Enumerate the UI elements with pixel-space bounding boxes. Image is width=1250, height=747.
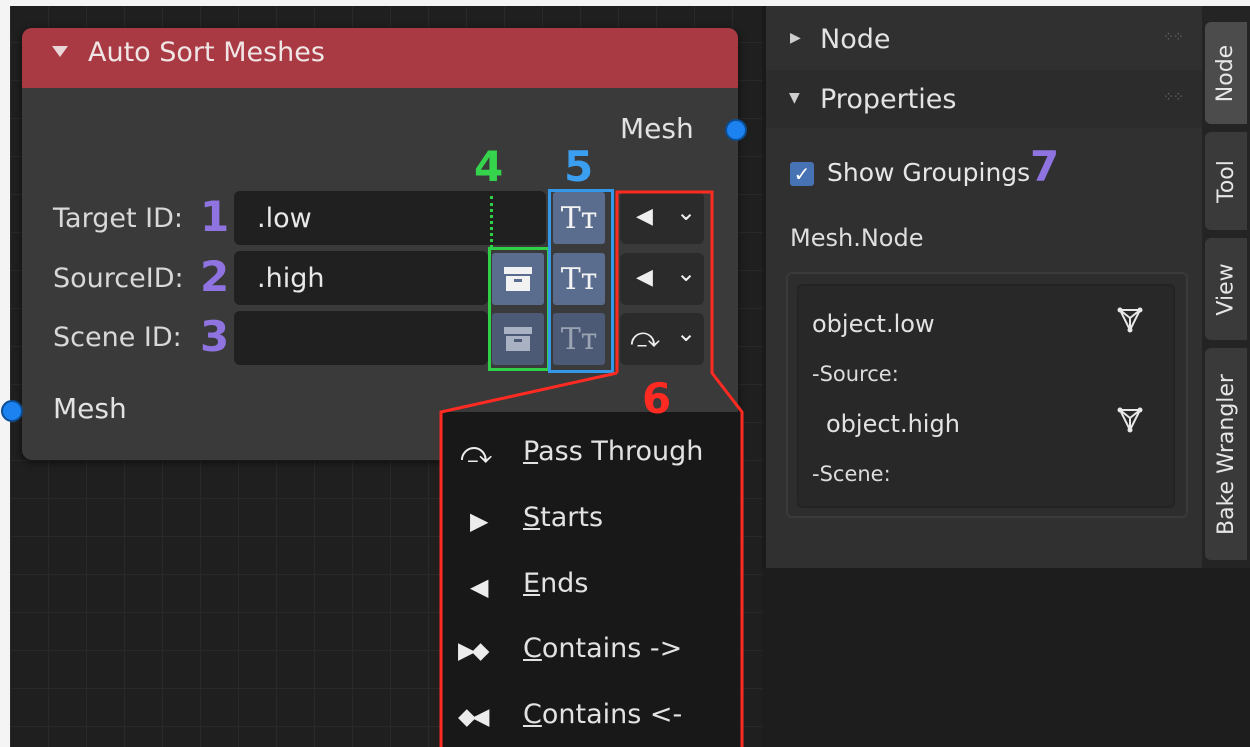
annotation-6: 6	[642, 374, 672, 423]
mesh-icon	[1117, 307, 1143, 333]
mesh-node-label: Mesh.Node	[790, 224, 924, 252]
show-groupings-label: Show Groupings	[827, 158, 1031, 187]
tab-tool[interactable]: Tool	[1205, 132, 1247, 230]
empty-area	[762, 568, 1250, 747]
panel-header-node-label: Node	[820, 24, 891, 55]
panel-header-properties-label: Properties	[820, 84, 957, 115]
mesh-icon	[1117, 407, 1143, 433]
drag-grip-icon[interactable]: ⁘⁘	[1163, 30, 1184, 45]
show-groupings-checkbox[interactable]: ✓	[790, 162, 814, 186]
group-scene-label: -Scene:	[812, 462, 891, 486]
group-source-object: object.high	[826, 410, 960, 438]
triangle-right-icon: ▶	[790, 30, 801, 46]
group-target-object: object.low	[812, 310, 935, 338]
tab-node[interactable]: Node	[1205, 22, 1247, 124]
triangle-down-icon: ▼	[789, 90, 800, 106]
tab-bake-wrangler[interactable]: Bake Wrangler	[1205, 348, 1247, 560]
drag-grip-icon[interactable]: ⁘⁘	[1163, 90, 1184, 105]
group-source-label: -Source:	[812, 362, 899, 386]
tab-view[interactable]: View	[1205, 238, 1247, 340]
annotation-7: 7	[1030, 142, 1060, 191]
